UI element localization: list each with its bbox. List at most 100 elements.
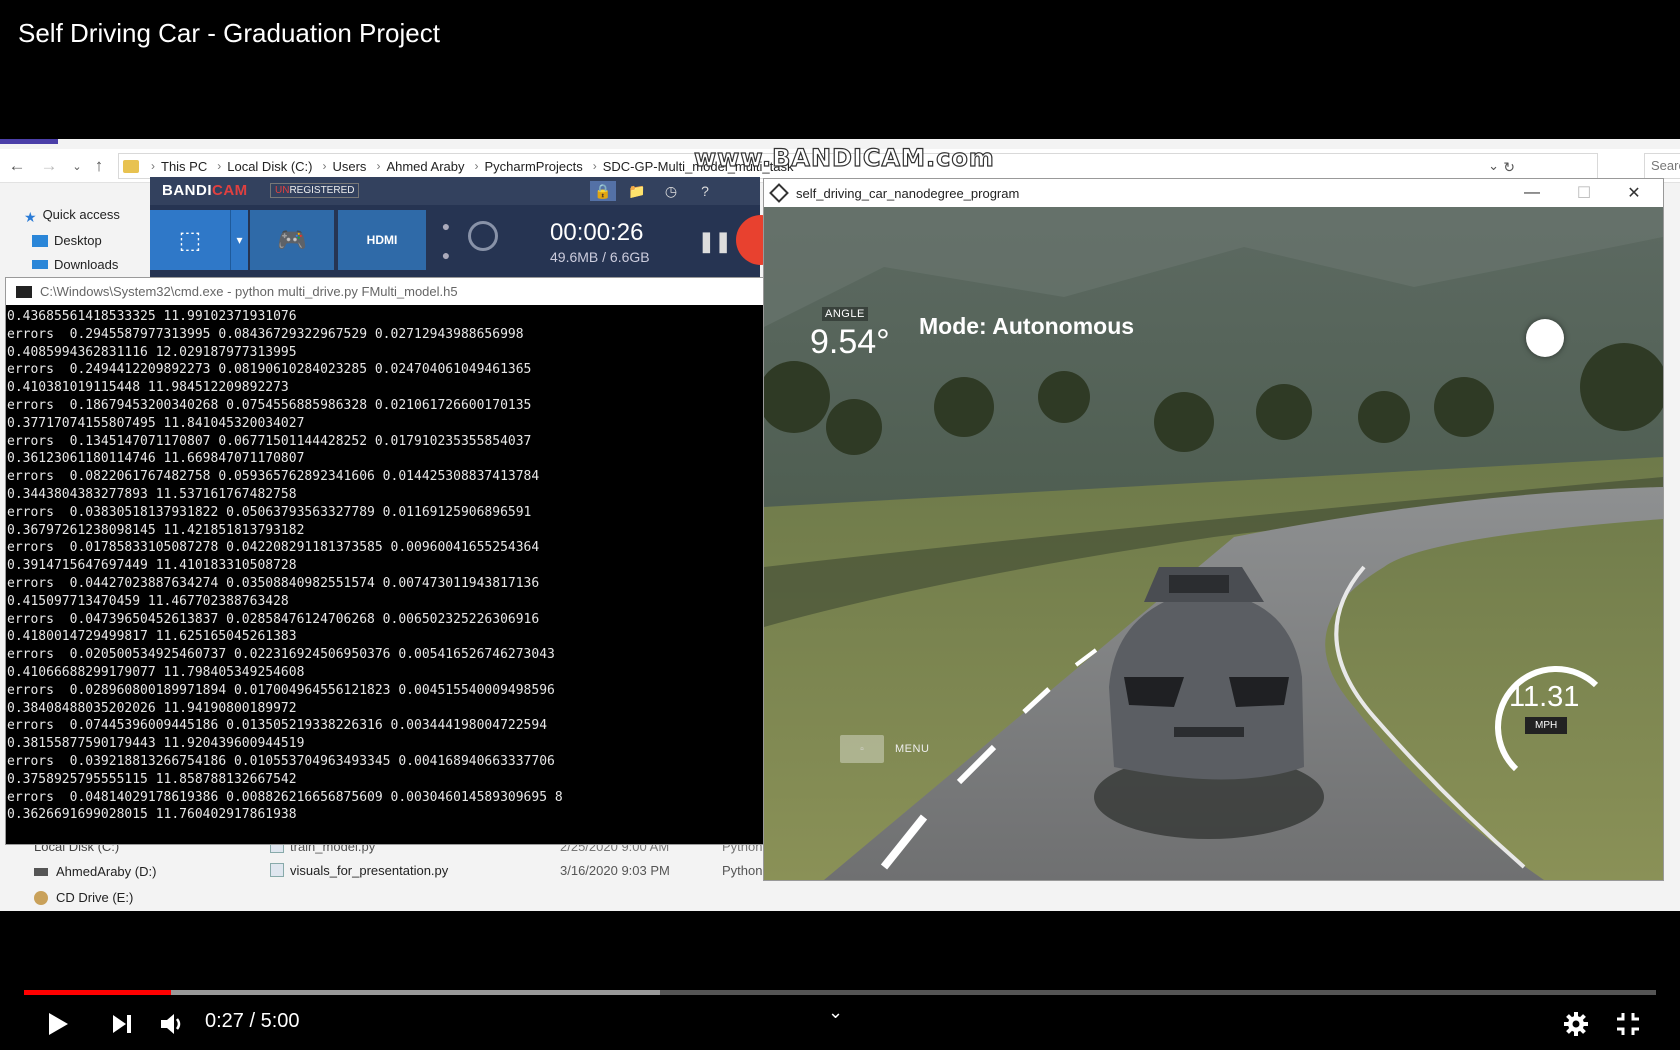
- angle-label: ANGLE: [822, 307, 868, 321]
- screen-record-mode-button[interactable]: ⬚: [150, 210, 230, 270]
- play-icon: [49, 1013, 68, 1035]
- address-dropdown-icon[interactable]: ⌄: [1488, 158, 1499, 174]
- sidebar-item-desktop[interactable]: Desktop: [32, 233, 102, 248]
- maximize-icon[interactable]: ☐: [1564, 181, 1604, 205]
- file-type: Python: [722, 863, 763, 878]
- refresh-icon[interactable]: ↻: [1503, 159, 1515, 176]
- minimize-icon[interactable]: —: [1512, 181, 1552, 205]
- cmd-icon: [16, 285, 32, 298]
- game-record-mode-button[interactable]: 🎮: [250, 210, 334, 270]
- hdmi-icon: HDMI: [366, 233, 398, 247]
- video-frame[interactable]: ← → ⌄ ↑ › This PC › Local Disk (C:) › Us…: [0, 139, 1680, 911]
- exit-fullscreen-icon: [1617, 1013, 1639, 1035]
- cmd-output-line: errors 0.028960800189971894 0.0170049645…: [7, 682, 555, 698]
- up-arrow-icon[interactable]: ↑: [88, 155, 110, 177]
- cmd-output-line: errors 0.01785833105087278 0.04220829118…: [7, 540, 540, 556]
- cmd-output-line: errors 0.2945587977313995 0.084367293229…: [7, 326, 524, 342]
- speaker-icon: [161, 1014, 181, 1034]
- cmd-output-line: errors 0.039218813266754186 0.0105537049…: [7, 753, 555, 769]
- lock-icon[interactable]: 🔒: [590, 181, 616, 201]
- folder-open-icon[interactable]: 📁: [624, 181, 650, 201]
- cmd-output-line: 0.3758925795555115 11.858788132667542: [7, 771, 297, 787]
- simulator-titlebar[interactable]: self_driving_car_nanodegree_program — ☐ …: [764, 179, 1663, 207]
- python-file-icon: [270, 863, 284, 877]
- cmd-output-line: 0.410381019115448 11.984512209892273: [7, 380, 289, 396]
- drive-cd[interactable]: CD Drive (E:): [34, 890, 133, 905]
- recording-progress-strip: [0, 139, 58, 144]
- bandicam-header: BANDICAM UNREGISTERED 🔒 📁 ◷ ?: [150, 177, 760, 205]
- breadcrumb-this-pc[interactable]: This PC: [161, 159, 207, 174]
- cmd-output-line: 0.3626691699028015 11.760402917861938: [7, 807, 297, 823]
- search-input[interactable]: Searc: [1644, 153, 1680, 179]
- mode-dropdown-button[interactable]: ▾: [230, 210, 248, 270]
- steering-angle-value: 9.54°: [810, 323, 890, 361]
- help-icon[interactable]: ?: [692, 181, 718, 201]
- breadcrumb-users[interactable]: Users: [332, 159, 366, 174]
- screen-select-icon: ⬚: [178, 226, 202, 254]
- video-title: Self Driving Car - Graduation Project: [18, 18, 440, 48]
- webcam-icon[interactable]: [468, 221, 498, 251]
- exit-fullscreen-button[interactable]: [1610, 1004, 1646, 1044]
- hdmi-record-mode-button[interactable]: HDMI: [338, 210, 426, 270]
- sidebar-item-downloads[interactable]: Downloads: [32, 260, 118, 269]
- cmd-output-line: errors 0.03830518137931822 0.05063793563…: [7, 504, 532, 520]
- breadcrumb-local-disk[interactable]: Local Disk (C:): [227, 159, 312, 174]
- cmd-output-line: errors 0.18679453200340268 0.07545568859…: [7, 397, 532, 413]
- file-date: 3/16/2020 9:03 PM: [560, 863, 670, 878]
- mode-toggle-button[interactable]: [1526, 319, 1564, 357]
- unregistered-badge: UNREGISTERED: [270, 183, 360, 198]
- microphone-icon[interactable]: ●: [442, 247, 450, 263]
- cmd-titlebar[interactable]: C:\Windows\System32\cmd.exe - python mul…: [6, 278, 764, 305]
- cmd-output-line: errors 0.04814029178619386 0.00882621665…: [7, 789, 563, 805]
- speed-unit: MPH: [1525, 717, 1568, 734]
- simulator-title: self_driving_car_nanodegree_program: [796, 185, 1020, 201]
- sidebar-item-quick-access[interactable]: ★ Quick access: [24, 207, 120, 225]
- cmd-output-line: 0.4180014729499817 11.625165045261383: [7, 629, 297, 645]
- folder-icon: [123, 159, 139, 173]
- cmd-window[interactable]: C:\Windows\System32\cmd.exe - python mul…: [5, 277, 765, 845]
- file-row[interactable]: visuals_for_presentation.py: [270, 863, 448, 878]
- star-icon: ★: [24, 208, 37, 225]
- cmd-output-line: 0.36123061180114746 11.669847071170807: [7, 451, 305, 467]
- gamepad-icon: 🎮: [277, 226, 307, 254]
- speaker-icon[interactable]: ●: [442, 218, 450, 234]
- settings-button[interactable]: [1558, 1004, 1594, 1044]
- pause-icon[interactable]: ❚❚: [698, 229, 732, 254]
- audio-controls[interactable]: ● ●: [434, 211, 458, 269]
- progress-played: [24, 990, 171, 995]
- cmd-output-line: errors 0.020500534925460737 0.0223169245…: [7, 647, 555, 663]
- game-view[interactable]: ANGLE 9.54° Mode: Autonomous 11.31 MPH ▫…: [764, 207, 1663, 880]
- breadcrumb-user[interactable]: Ahmed Araby: [386, 159, 464, 174]
- back-arrow-icon[interactable]: ←: [6, 155, 28, 177]
- bandicam-panel: BANDICAM UNREGISTERED 🔒 📁 ◷ ? ⬚ ▾ 🎮 HDMI…: [150, 177, 786, 279]
- chevron-down-icon[interactable]: ⌄: [828, 1002, 843, 1023]
- cd-drive-icon: [34, 891, 48, 905]
- cmd-output-line: 0.38155877590179443 11.920439600944519: [7, 736, 305, 752]
- time-readout: 0:27 / 5:00: [205, 1010, 300, 1032]
- cmd-output-line: 0.41066688299179077 11.798405349254608: [7, 664, 305, 680]
- cmd-output-line: errors 0.07445396009445186 0.01350521933…: [7, 718, 548, 734]
- simulator-window[interactable]: self_driving_car_nanodegree_program — ☐ …: [763, 178, 1664, 881]
- gear-icon: [1564, 1012, 1588, 1036]
- menu-label: MENU: [895, 743, 930, 755]
- volume-button[interactable]: [154, 1004, 190, 1044]
- downloads-icon: [32, 260, 48, 269]
- menu-button[interactable]: ▫: [840, 735, 884, 763]
- play-button[interactable]: [40, 1004, 76, 1044]
- speed-value: 11.31: [1509, 681, 1580, 713]
- cmd-output-line: errors 0.2494412209892273 0.081906102840…: [7, 362, 532, 378]
- unity-icon: [769, 183, 789, 203]
- cmd-output-line: errors 0.04427023887634274 0.03508840982…: [7, 575, 540, 591]
- close-icon[interactable]: ✕: [1614, 181, 1654, 205]
- cmd-output-line: 0.36797261238098145 11.421851813793182: [7, 522, 305, 538]
- breadcrumb-pycharm[interactable]: PycharmProjects: [484, 159, 582, 174]
- cmd-output-line: 0.3443804383277893 11.537161767482758: [7, 486, 297, 502]
- recent-chevron-icon[interactable]: ⌄: [66, 155, 88, 177]
- cmd-output-line: 0.43685561418533325 11.99102371931076: [7, 309, 297, 324]
- drive-ahmedaraby[interactable]: AhmedAraby (D:): [34, 864, 156, 879]
- cmd-output-line: 0.4085994362831116 12.029187977313995: [7, 344, 297, 360]
- current-time: 0:27: [205, 1010, 244, 1032]
- clock-icon[interactable]: ◷: [658, 181, 684, 201]
- forward-arrow-icon[interactable]: →: [38, 155, 60, 177]
- next-button[interactable]: [104, 1004, 140, 1044]
